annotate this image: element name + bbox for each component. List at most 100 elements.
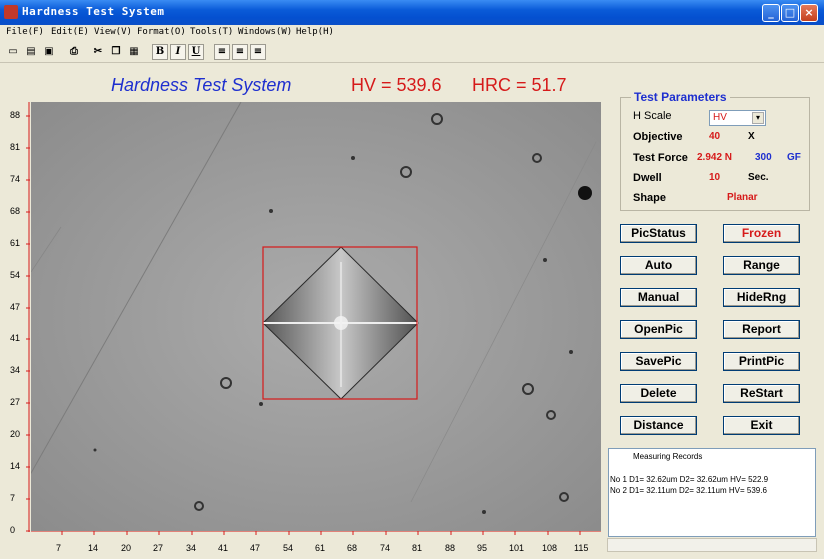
y-tick-label: 34 <box>10 365 21 375</box>
hv-readout: HV = 539.6 <box>351 75 442 95</box>
shape-label: Shape <box>633 192 667 204</box>
x-tick-label: 115 <box>574 543 589 553</box>
italic-button[interactable]: I <box>170 44 186 60</box>
manual-button[interactable]: Manual <box>620 288 697 307</box>
underline-button[interactable]: U <box>188 44 204 60</box>
title-bar[interactable]: Hardness Test System _ □ × <box>0 0 824 25</box>
close-button[interactable]: × <box>800 4 818 22</box>
dwell-unit: Sec. <box>748 172 769 183</box>
y-tick-label: 74 <box>10 174 21 184</box>
y-tick-label: 54 <box>10 270 21 280</box>
objective-value: 40 <box>709 131 721 142</box>
y-tick-label: 14 <box>10 461 21 471</box>
savepic-button[interactable]: SavePic <box>620 352 697 371</box>
y-tick-label: 0 <box>10 525 16 535</box>
menu-format[interactable]: Format(O) <box>137 27 186 37</box>
openpic-button[interactable]: OpenPic <box>620 320 697 339</box>
hiderng-button[interactable]: HideRng <box>723 288 800 307</box>
shape-value: Planar <box>727 192 758 203</box>
y-tick-label: 88 <box>10 110 21 120</box>
y-tick-label: 47 <box>10 302 21 312</box>
picstatus-button[interactable]: PicStatus <box>620 224 697 243</box>
paste-icon[interactable]: ▦ <box>126 44 142 60</box>
cut-icon[interactable]: ✂ <box>90 44 106 60</box>
x-tick-label: 68 <box>347 543 358 553</box>
measuring-records-list[interactable]: Measuring Records No 1 D1= 32.62um D2= 3… <box>608 448 816 537</box>
hrc-readout: HRC = 51.7 <box>472 75 567 95</box>
new-file-icon[interactable]: ▭ <box>5 44 21 60</box>
x-tick-label: 108 <box>542 543 558 553</box>
dwell-label: Dwell <box>633 172 662 184</box>
bold-button[interactable]: B <box>152 44 168 60</box>
objective-label: Objective <box>633 131 683 143</box>
test-force-value: 2.942 N <box>697 152 733 163</box>
dwell-value: 10 <box>709 172 721 183</box>
align-center-icon[interactable]: ≡ <box>232 44 248 60</box>
records-horizontal-scrollbar[interactable] <box>607 538 817 552</box>
x-tick-label: 7 <box>56 543 62 553</box>
align-right-icon[interactable]: ≡ <box>250 44 266 60</box>
y-tick-label: 61 <box>10 238 21 248</box>
test-force-gf: 300 <box>755 152 772 163</box>
x-tick-label: 47 <box>250 543 261 553</box>
x-tick-label: 95 <box>477 543 488 553</box>
x-tick-label: 54 <box>283 543 294 553</box>
y-tick-label: 20 <box>10 429 21 439</box>
test-force-label: Test Force <box>633 152 688 164</box>
x-tick-label: 41 <box>218 543 229 553</box>
x-tick-label: 61 <box>315 543 326 553</box>
micrograph-image[interactable] <box>31 102 601 531</box>
app-heading: Hardness Test System <box>111 75 292 95</box>
maximize-button[interactable]: □ <box>781 4 799 22</box>
y-tick-label: 41 <box>10 333 21 343</box>
x-axis: 7 14 20 27 34 41 47 54 61 68 74 81 88 95 101 108 115 <box>31 531 601 559</box>
report-button[interactable]: Report <box>723 320 800 339</box>
auto-button[interactable]: Auto <box>620 256 697 275</box>
menu-file[interactable]: File(F) <box>6 27 44 37</box>
record-row[interactable]: No 2 D1= 32.11um D2= 32.11um HV= 539.6 <box>610 486 767 495</box>
align-left-icon[interactable]: ≡ <box>214 44 230 60</box>
menu-bar: File(F) Edit(E) View(V) Format(O) Tools(… <box>0 25 824 41</box>
range-button[interactable]: Range <box>723 256 800 275</box>
x-tick-label: 34 <box>186 543 197 553</box>
menu-view[interactable]: View(V) <box>94 27 132 37</box>
x-tick-label: 101 <box>509 543 525 553</box>
y-tick-label: 68 <box>10 206 21 216</box>
app-window: Hardness Test System _ □ × File(F) Edit(… <box>0 0 824 559</box>
print-icon[interactable]: ⎙ <box>66 44 82 60</box>
record-row[interactable]: No 1 D1= 32.62um D2= 32.62um HV= 522.9 <box>610 475 768 484</box>
x-tick-label: 20 <box>121 543 132 553</box>
menu-edit[interactable]: Edit(E) <box>51 27 89 37</box>
menu-windows[interactable]: Windows(W) <box>238 27 292 37</box>
objective-unit: X <box>748 131 755 142</box>
y-tick-label: 27 <box>10 397 21 407</box>
frozen-button[interactable]: Frozen <box>723 224 800 243</box>
x-tick-label: 14 <box>88 543 99 553</box>
chevron-down-icon[interactable]: ▾ <box>752 112 764 124</box>
x-tick-label: 74 <box>380 543 391 553</box>
records-title: Measuring Records <box>633 452 703 461</box>
x-tick-label: 81 <box>412 543 423 553</box>
window-title: Hardness Test System <box>22 5 165 18</box>
menu-tools[interactable]: Tools(T) <box>190 27 233 37</box>
h-scale-select[interactable]: HV ▾ <box>709 110 766 126</box>
h-scale-value: HV <box>713 112 727 123</box>
test-force-gf-unit: GF <box>787 152 801 163</box>
delete-button[interactable]: Delete <box>620 384 697 403</box>
app-icon <box>4 5 18 19</box>
restart-button[interactable]: ReStart <box>723 384 800 403</box>
toolbar: ▭ ▤ ▣ ⎙ ✂ ❐ ▦ B I U ≡ ≡ ≡ <box>0 41 824 63</box>
y-tick-label: 7 <box>10 493 16 503</box>
menu-help[interactable]: Help(H) <box>296 27 334 37</box>
exit-button[interactable]: Exit <box>723 416 800 435</box>
test-parameters-title: Test Parameters <box>631 90 730 104</box>
save-icon[interactable]: ▣ <box>41 44 57 60</box>
printpic-button[interactable]: PrintPic <box>723 352 800 371</box>
h-scale-label: H Scale <box>633 110 672 122</box>
minimize-button[interactable]: _ <box>762 4 780 22</box>
x-tick-label: 27 <box>153 543 164 553</box>
x-tick-label: 88 <box>445 543 456 553</box>
copy-icon[interactable]: ❐ <box>108 44 124 60</box>
distance-button[interactable]: Distance <box>620 416 697 435</box>
open-folder-icon[interactable]: ▤ <box>23 44 39 60</box>
